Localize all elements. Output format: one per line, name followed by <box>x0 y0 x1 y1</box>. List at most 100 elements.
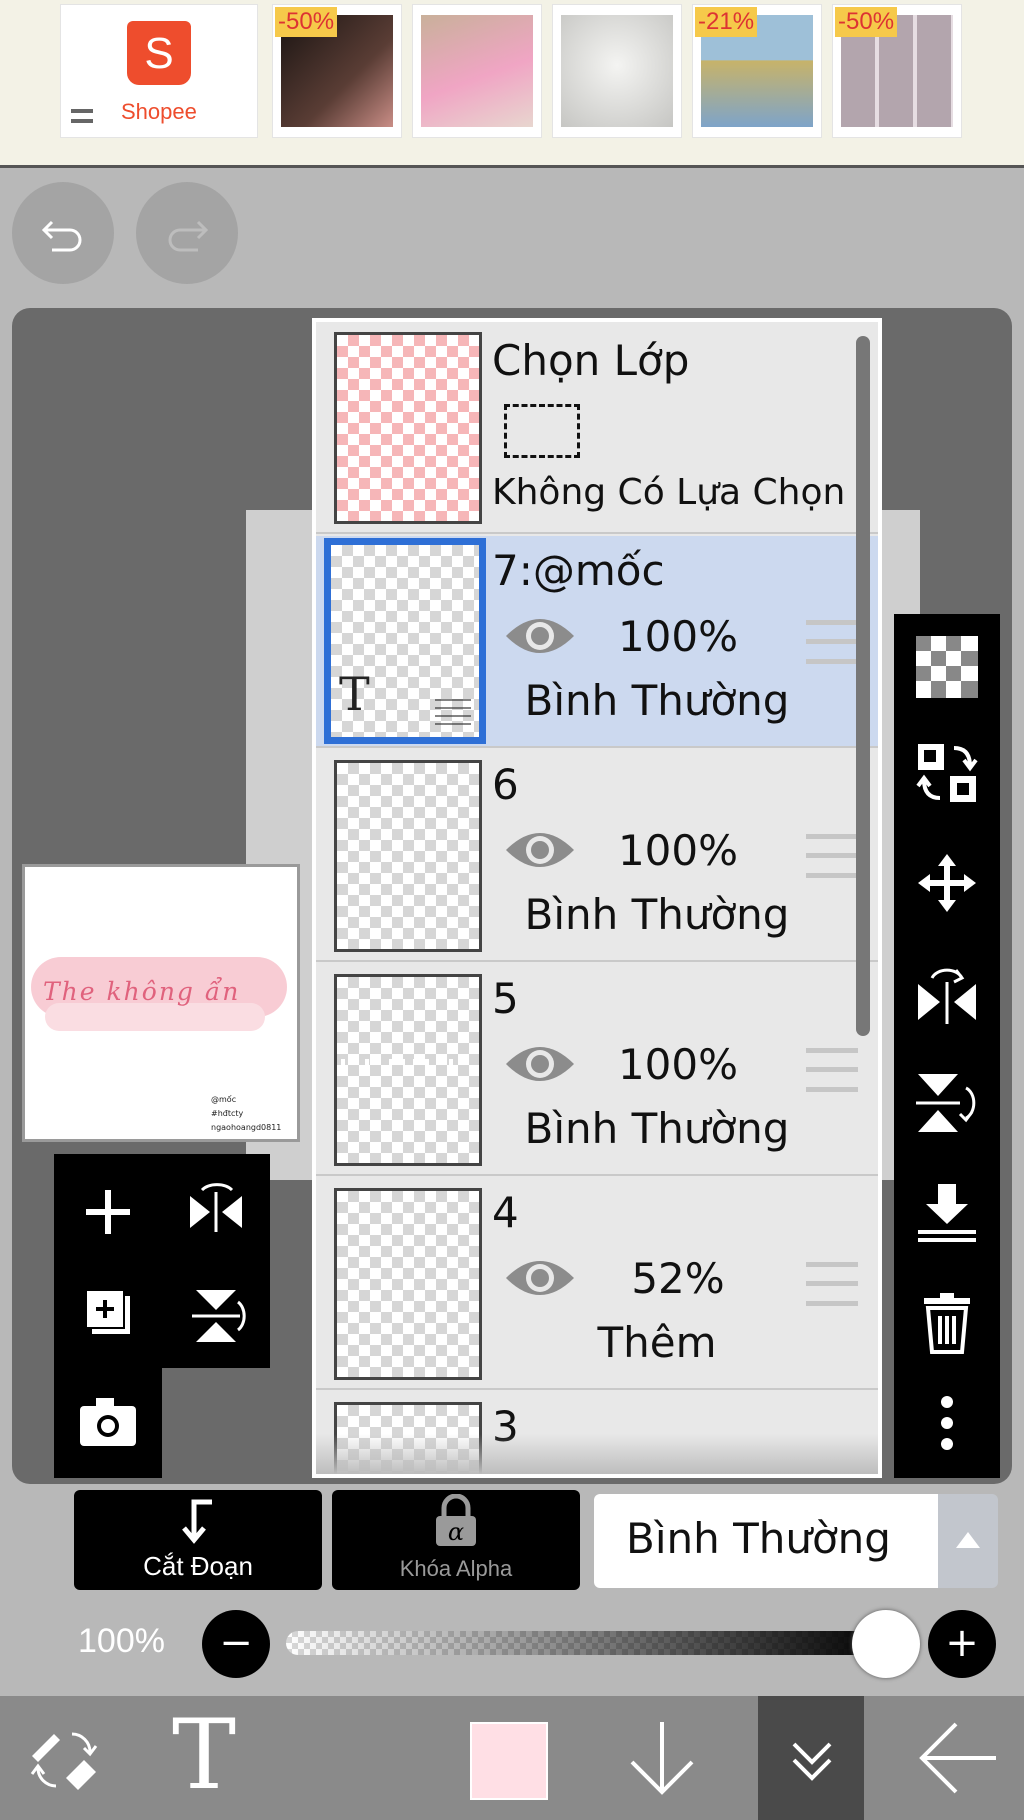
preview-small-text: ngaohoangd0811 <box>211 1123 282 1132</box>
add-layer-copy-icon[interactable] <box>68 1276 148 1356</box>
opacity-label: 100% <box>78 1622 165 1660</box>
thumbnail-content <box>341 1059 473 1065</box>
blend-mode-dropdown-arrow-icon[interactable] <box>938 1494 998 1588</box>
opacity-slider-knob[interactable] <box>852 1610 920 1678</box>
back-arrow-icon[interactable] <box>916 1716 1000 1800</box>
merge-down-icon[interactable] <box>914 1180 980 1246</box>
trash-icon[interactable] <box>914 1290 980 1356</box>
visibility-eye-icon[interactable] <box>502 822 578 878</box>
ad-banner[interactable]: S Shopee -50% -21% -50% <box>0 0 1024 168</box>
layer-actions-toolbar <box>894 614 1000 1478</box>
tool-switch-icon[interactable] <box>22 1716 106 1800</box>
ad-menu-icon[interactable] <box>71 109 93 123</box>
ad-product-1[interactable]: -50% <box>272 4 402 138</box>
preview-script-text: The không ẩn <box>43 977 241 1006</box>
ad-product-4[interactable]: -21% <box>692 4 822 138</box>
blend-mode-select[interactable]: Bình Thường <box>594 1494 938 1588</box>
layer-opacity: 100% <box>617 1040 739 1089</box>
redo-button[interactable] <box>136 182 238 284</box>
shopee-bag-icon: S <box>127 21 191 85</box>
svg-text:α: α <box>448 1518 464 1546</box>
selection-thumbnail <box>334 332 482 524</box>
layer-blend-mode: Thêm <box>597 1318 717 1367</box>
layer-tools-panel <box>54 1154 270 1368</box>
flip-vertical-icon[interactable] <box>176 1276 256 1356</box>
layer-opacity: 100% <box>617 826 739 875</box>
move-icon[interactable] <box>914 850 980 916</box>
layer-row-5[interactable]: 5 100% Bình Thường <box>316 964 878 1176</box>
selection-title: Chọn Lớp <box>492 336 690 385</box>
ad-product-2[interactable] <box>412 4 542 138</box>
ad-product-3[interactable] <box>552 4 682 138</box>
current-color-swatch[interactable] <box>470 1722 548 1800</box>
layer-row-7[interactable]: T 7:@mốc 100% Bình Thường <box>316 536 878 748</box>
clipping-arrow-icon <box>182 1499 212 1544</box>
discount-badge: -50% <box>835 7 898 37</box>
blend-mode-value: Bình Thường <box>626 1514 891 1563</box>
layer-list[interactable]: Chọn Lớp Không Có Lựa Chọn T 7:@mốc 100%… <box>312 318 882 1478</box>
alpha-lock-icon: α <box>436 1494 476 1546</box>
pink-brush-stroke <box>45 1003 265 1031</box>
alpha-lock-label: Khóa Alpha <box>399 1556 513 1581</box>
layer-opacity: 52% <box>631 1254 725 1303</box>
swap-layer-icon[interactable] <box>914 740 980 806</box>
drag-handle-icon[interactable] <box>806 620 858 664</box>
camera-icon[interactable] <box>68 1382 148 1462</box>
discount-badge: -50% <box>275 7 338 37</box>
layer-name: 6 <box>492 760 519 809</box>
opacity-decrease-button[interactable]: − <box>202 1610 270 1678</box>
layer-thumbnail: T <box>324 538 486 744</box>
add-layer-icon[interactable] <box>68 1172 148 1252</box>
layer-row-4[interactable]: 4 52% Thêm <box>316 1178 878 1390</box>
product-image <box>561 15 673 127</box>
flip-vertical-icon[interactable] <box>914 1070 980 1136</box>
layer-opacity: 100% <box>617 612 739 661</box>
flip-horizontal-icon[interactable] <box>914 960 980 1026</box>
clipping-label: Cắt Đoạn <box>143 1551 253 1581</box>
preview-small-text: @mốc <box>211 1095 237 1104</box>
selection-layer-row[interactable]: Chọn Lớp Không Có Lựa Chọn <box>316 322 878 534</box>
layer-list-scrollbar[interactable] <box>856 336 870 1036</box>
layer-blend-mode: Bình Thường <box>524 1104 790 1153</box>
flip-horizontal-icon[interactable] <box>176 1172 256 1252</box>
canvas-preview[interactable]: The không ẩn @mốc #hđtcty ngaohoangd0811 <box>22 864 300 1142</box>
layer-name: 4 <box>492 1188 519 1237</box>
visibility-eye-icon[interactable] <box>502 1036 578 1092</box>
product-image <box>421 15 533 127</box>
drag-handle-icon[interactable] <box>806 1262 858 1306</box>
layers-collapse-icon[interactable] <box>770 1716 854 1800</box>
ad-product-5[interactable]: -50% <box>832 4 962 138</box>
layer-thumbnail <box>334 760 482 952</box>
list-fade <box>316 1434 878 1474</box>
layer-name: 5 <box>492 974 519 1023</box>
clipping-button[interactable]: Cắt Đoạn <box>74 1490 322 1590</box>
text-layer-icon: T <box>339 667 370 721</box>
text-tool-icon[interactable]: T <box>172 1700 236 1810</box>
layer-row-6[interactable]: 6 100% Bình Thường <box>316 750 878 962</box>
discount-badge: -21% <box>695 7 758 37</box>
undo-button[interactable] <box>12 182 114 284</box>
drag-handle-icon[interactable] <box>806 1048 858 1092</box>
selection-subtitle: Không Có Lựa Chọn <box>492 472 846 513</box>
opacity-slider-track[interactable] <box>286 1631 888 1655</box>
layer-thumbnail <box>334 974 482 1166</box>
drag-handle-icon[interactable] <box>806 834 858 878</box>
arrow-down-icon[interactable] <box>620 1716 704 1800</box>
undo-icon <box>41 220 82 252</box>
redo-icon <box>168 220 209 252</box>
shopee-ad-card[interactable]: S Shopee <box>60 4 258 138</box>
more-options-icon[interactable] <box>914 1390 980 1456</box>
visibility-eye-icon[interactable] <box>502 1250 578 1306</box>
opacity-increase-button[interactable]: + <box>928 1610 996 1678</box>
alpha-lock-button[interactable]: α Khóa Alpha <box>332 1490 580 1590</box>
selection-marquee-icon <box>504 404 580 458</box>
visibility-eye-icon[interactable] <box>502 608 578 664</box>
shopee-brand-text: Shopee <box>121 99 197 124</box>
layer-name: 7:@mốc <box>492 546 665 595</box>
preview-small-text: #hđtcty <box>211 1109 244 1118</box>
layer-blend-mode: Bình Thường <box>524 676 790 725</box>
transparency-icon[interactable] <box>914 634 980 700</box>
layer-blend-mode: Bình Thường <box>524 890 790 939</box>
layer-thumbnail <box>334 1188 482 1380</box>
thumbnail-text-lines <box>435 699 471 727</box>
